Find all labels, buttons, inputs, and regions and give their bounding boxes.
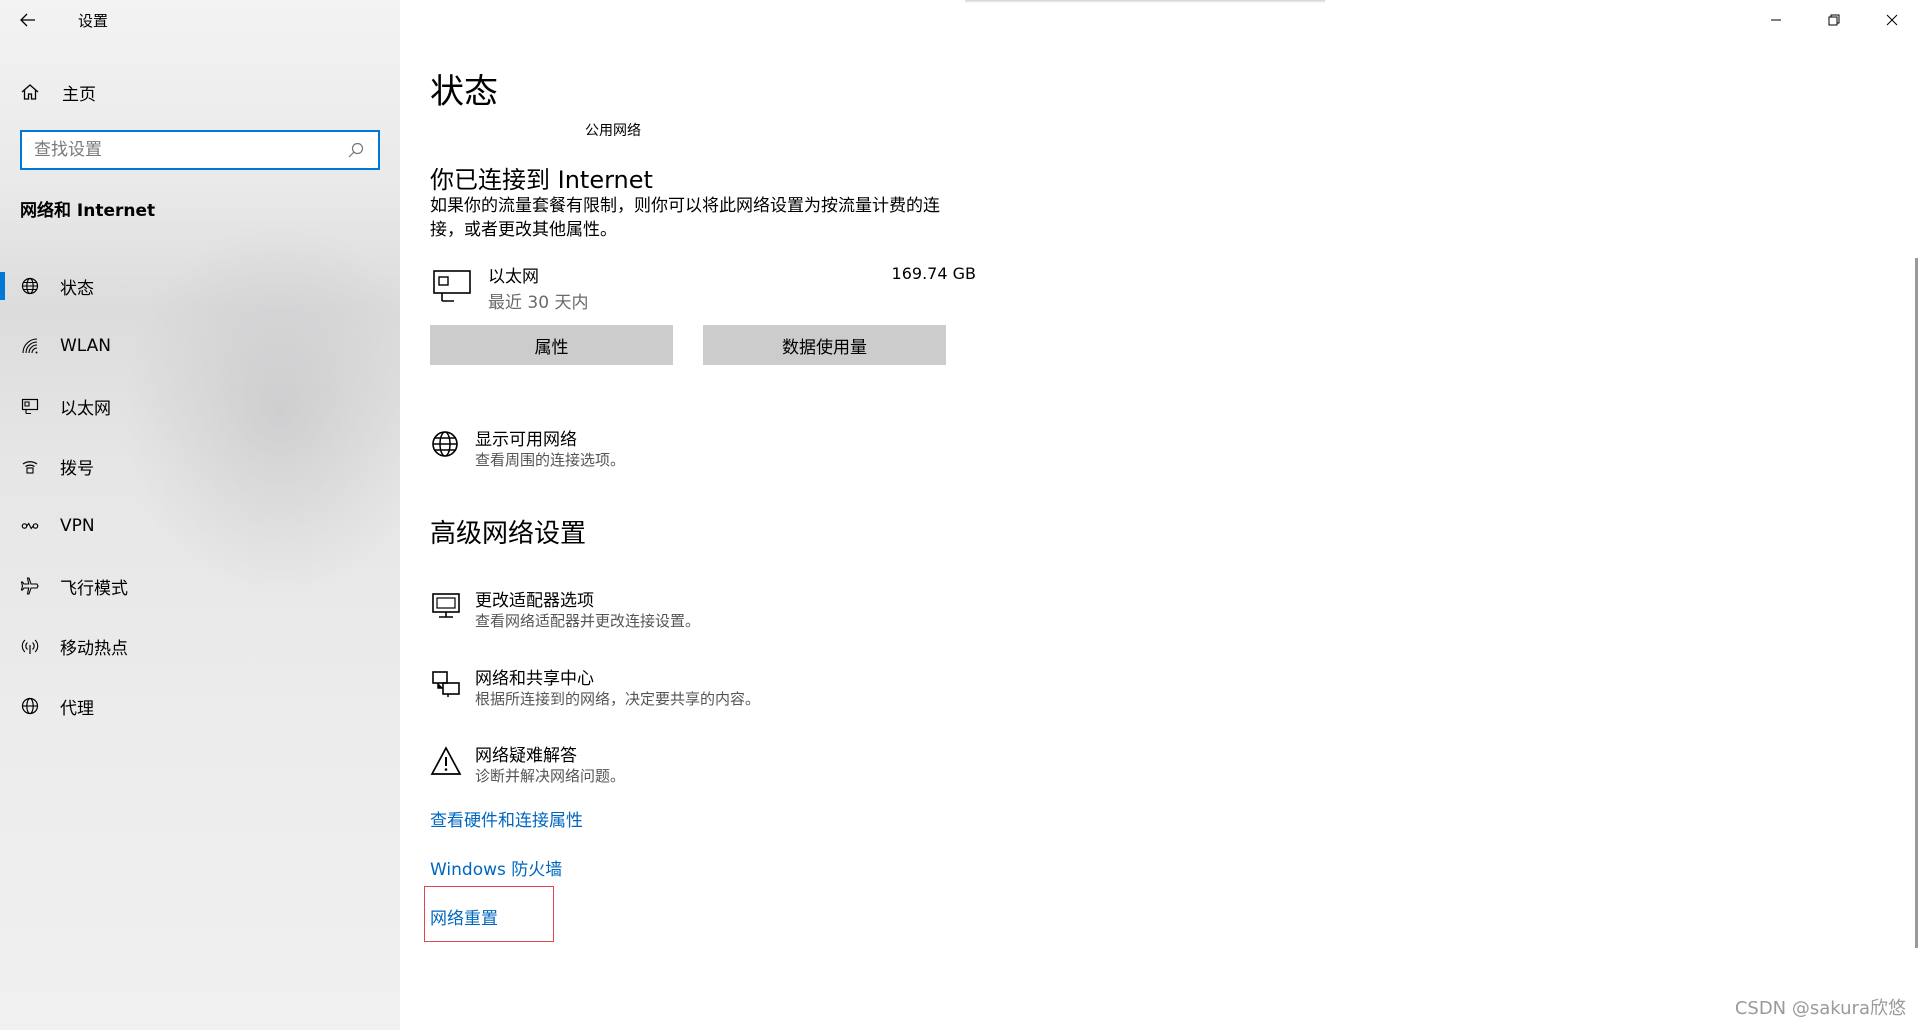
sidebar-item-label: 移动热点 [60, 638, 128, 659]
advanced-item-subtitle: 查看网络适配器并更改连接设置。 [475, 612, 701, 630]
sidebar-item-wlan[interactable]: WLAN [0, 316, 400, 376]
airplane-icon [20, 576, 40, 596]
sidebar-item-status[interactable]: 状态 [0, 256, 400, 316]
advanced-item-title: 更改适配器选项 [475, 591, 594, 611]
change-adapter-options-row[interactable]: 更改适配器选项 查看网络适配器并更改连接设置。 [430, 586, 1130, 636]
ethernet-adapter-row: 以太网 最近 30 天内 169.74 GB [430, 262, 976, 313]
sharing-center-icon [430, 668, 462, 700]
back-arrow-icon [18, 10, 38, 30]
monitor-icon [430, 590, 462, 622]
sidebar-item-vpn[interactable]: VPN [0, 496, 400, 556]
search-box [20, 130, 380, 170]
sidebar: 设置 主页 网络和 Internet 状态 WLAN [0, 0, 400, 1030]
ethernet-monitor-icon [430, 268, 474, 310]
sidebar-item-ethernet[interactable]: 以太网 [0, 376, 400, 436]
advanced-item-subtitle: 诊断并解决网络问题。 [475, 767, 626, 785]
show-networks-subtitle: 查看周围的连接选项。 [475, 451, 626, 469]
search-icon[interactable] [346, 140, 366, 160]
highlight-annotation-box [424, 886, 554, 942]
advanced-item-title: 网络疑难解答 [475, 746, 577, 766]
hardware-properties-link[interactable]: 查看硬件和连接属性 [430, 806, 583, 831]
warning-icon [430, 745, 462, 777]
minimize-icon [1766, 10, 1786, 30]
search-input[interactable] [34, 140, 346, 160]
sidebar-item-proxy[interactable]: 代理 [0, 676, 400, 736]
watermark: CSDN @sakura欣悠 [1734, 998, 1906, 1019]
globe-icon [20, 276, 40, 296]
connection-status-title: 你已连接到 Internet [430, 166, 653, 194]
show-networks-row[interactable]: 显示可用网络 查看周围的连接选项。 [430, 425, 1130, 475]
restore-icon [1824, 10, 1844, 30]
minimize-button[interactable] [1747, 0, 1805, 40]
title-bar: 设置 [0, 0, 400, 40]
advanced-item-subtitle: 根据所连接到的网络，决定要共享的内容。 [475, 690, 761, 708]
sidebar-item-label: 状态 [60, 278, 94, 299]
sidebar-item-label: WLAN [60, 336, 112, 356]
close-button[interactable] [1863, 0, 1920, 40]
nav-home[interactable]: 主页 [0, 70, 400, 114]
properties-button[interactable]: 属性 [430, 325, 673, 365]
back-button[interactable] [0, 0, 56, 40]
sidebar-item-label: 代理 [60, 698, 94, 719]
sidebar-item-hotspot[interactable]: 移动热点 [0, 616, 400, 676]
home-icon [20, 82, 40, 102]
page-title: 状态 [430, 72, 498, 112]
nav-home-label: 主页 [62, 84, 96, 105]
sidebar-item-airplane[interactable]: 飞行模式 [0, 556, 400, 616]
sharing-center-row[interactable]: 网络和共享中心 根据所连接到的网络，决定要共享的内容。 [430, 664, 1130, 714]
troubleshoot-row[interactable]: 网络疑难解答 诊断并解决网络问题。 [430, 741, 1130, 791]
adapter-data-usage: 169.74 GB [891, 264, 976, 283]
top-shadow [965, 0, 1325, 3]
hotspot-icon [20, 636, 40, 656]
sidebar-item-label: 拨号 [60, 458, 94, 479]
show-networks-title: 显示可用网络 [475, 430, 577, 450]
ethernet-icon [20, 396, 40, 416]
network-type-label: 公用网络 [585, 123, 641, 139]
sidebar-item-label: 飞行模式 [60, 578, 128, 599]
sidebar-item-dialup[interactable]: 拨号 [0, 436, 400, 496]
sidebar-item-label: VPN [60, 516, 95, 536]
scrollbar[interactable] [1915, 258, 1918, 948]
close-icon [1882, 10, 1902, 30]
app-title: 设置 [78, 11, 109, 30]
globe-network-icon [430, 429, 462, 461]
main-content: 状态 公用网络 你已连接到 Internet 如果你的流量套餐有限制，则你可以将… [400, 0, 1920, 1030]
sidebar-item-label: 以太网 [60, 398, 111, 419]
section-title: 网络和 Internet [20, 201, 156, 221]
restore-button[interactable] [1805, 0, 1863, 40]
advanced-settings-title: 高级网络设置 [430, 519, 587, 549]
proxy-globe-icon [20, 696, 40, 716]
windows-firewall-link[interactable]: Windows 防火墙 [430, 855, 562, 880]
dialup-icon [20, 456, 40, 476]
wifi-icon [20, 336, 40, 356]
connection-description: 如果你的流量套餐有限制，则你可以将此网络设置为按流量计费的连接，或者更改其他属性… [430, 196, 940, 240]
adapter-period: 最近 30 天内 [488, 293, 589, 313]
data-usage-button[interactable]: 数据使用量 [703, 325, 946, 365]
vpn-icon [20, 516, 40, 536]
adapter-name: 以太网 [488, 267, 539, 287]
advanced-item-title: 网络和共享中心 [475, 669, 594, 689]
nav-list: 状态 WLAN 以太网 拨号 VPN 飞行模式 移动热点 代理 [0, 256, 400, 736]
